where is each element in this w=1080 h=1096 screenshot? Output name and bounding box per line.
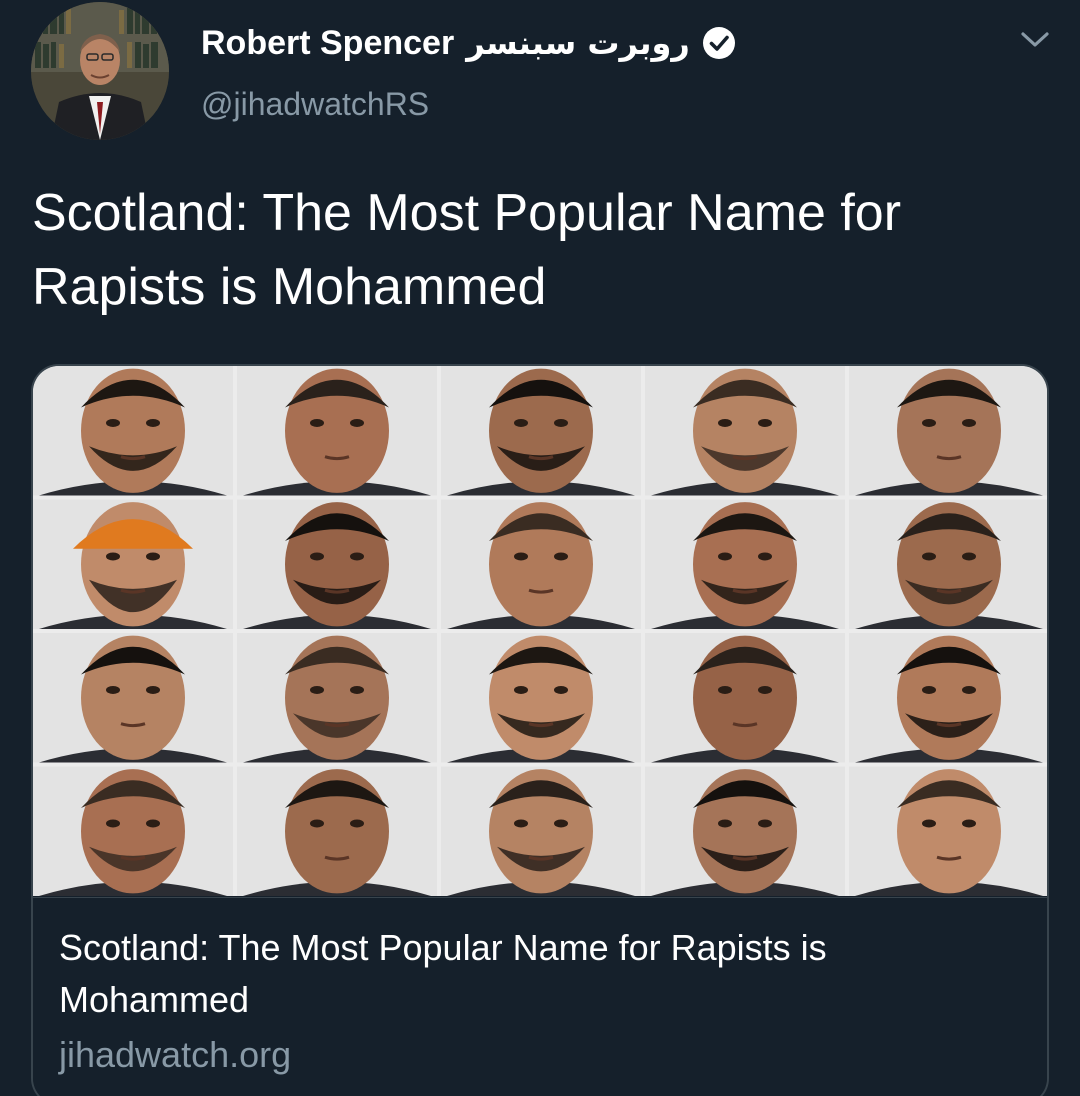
mugshot-photo — [33, 499, 233, 629]
author-display-name[interactable]: Robert Spencer — [201, 24, 454, 63]
mugshot-photo — [441, 766, 641, 896]
mugshot-photo — [645, 766, 845, 896]
mugshot-photo — [849, 633, 1047, 763]
author-display-name-arabic[interactable]: روبرت سبنسر — [466, 24, 690, 62]
chevron-down-icon[interactable] — [1014, 24, 1056, 54]
mugshot-photo — [441, 366, 641, 496]
mugshot-photo — [849, 499, 1047, 629]
avatar[interactable] — [31, 2, 169, 140]
mugshot-photo — [441, 499, 641, 629]
mugshot-photo — [33, 766, 233, 896]
mugshot-photo — [849, 366, 1047, 496]
card-image[interactable] — [33, 366, 1047, 896]
tweet[interactable]: Robert Spencer روبرت سبنسر @jihadwatchRS… — [0, 0, 1080, 1096]
mugshot-photo — [645, 499, 845, 629]
mugshot-photo — [33, 366, 233, 496]
author-name-row[interactable]: Robert Spencer روبرت سبنسر — [201, 20, 736, 66]
mugshot-photo — [237, 366, 437, 496]
mugshot-photo — [33, 633, 233, 763]
mugshot-photo — [849, 766, 1047, 896]
tweet-text: Scotland: The Most Popular Name for Rapi… — [32, 184, 902, 316]
card-title[interactable]: Scotland: The Most Popular Name for Rapi… — [59, 922, 1019, 1026]
mugshot-photo — [645, 366, 845, 496]
mugshot-photo — [237, 633, 437, 763]
mugshot-photo — [645, 633, 845, 763]
mugshot-photo — [441, 633, 641, 763]
author-handle[interactable]: @jihadwatchRS — [201, 86, 429, 123]
link-card[interactable]: Scotland: The Most Popular Name for Rapi… — [31, 364, 1049, 1096]
avatar-photo — [31, 2, 169, 140]
mugshot-photo — [237, 499, 437, 629]
card-domain: jihadwatch.org — [59, 1034, 292, 1075]
mugshot-grid-image — [33, 366, 1047, 896]
mugshot-photo — [237, 766, 437, 896]
verified-badge-icon — [702, 27, 735, 59]
card-body[interactable]: Scotland: The Most Popular Name for Rapi… — [33, 897, 1047, 1096]
